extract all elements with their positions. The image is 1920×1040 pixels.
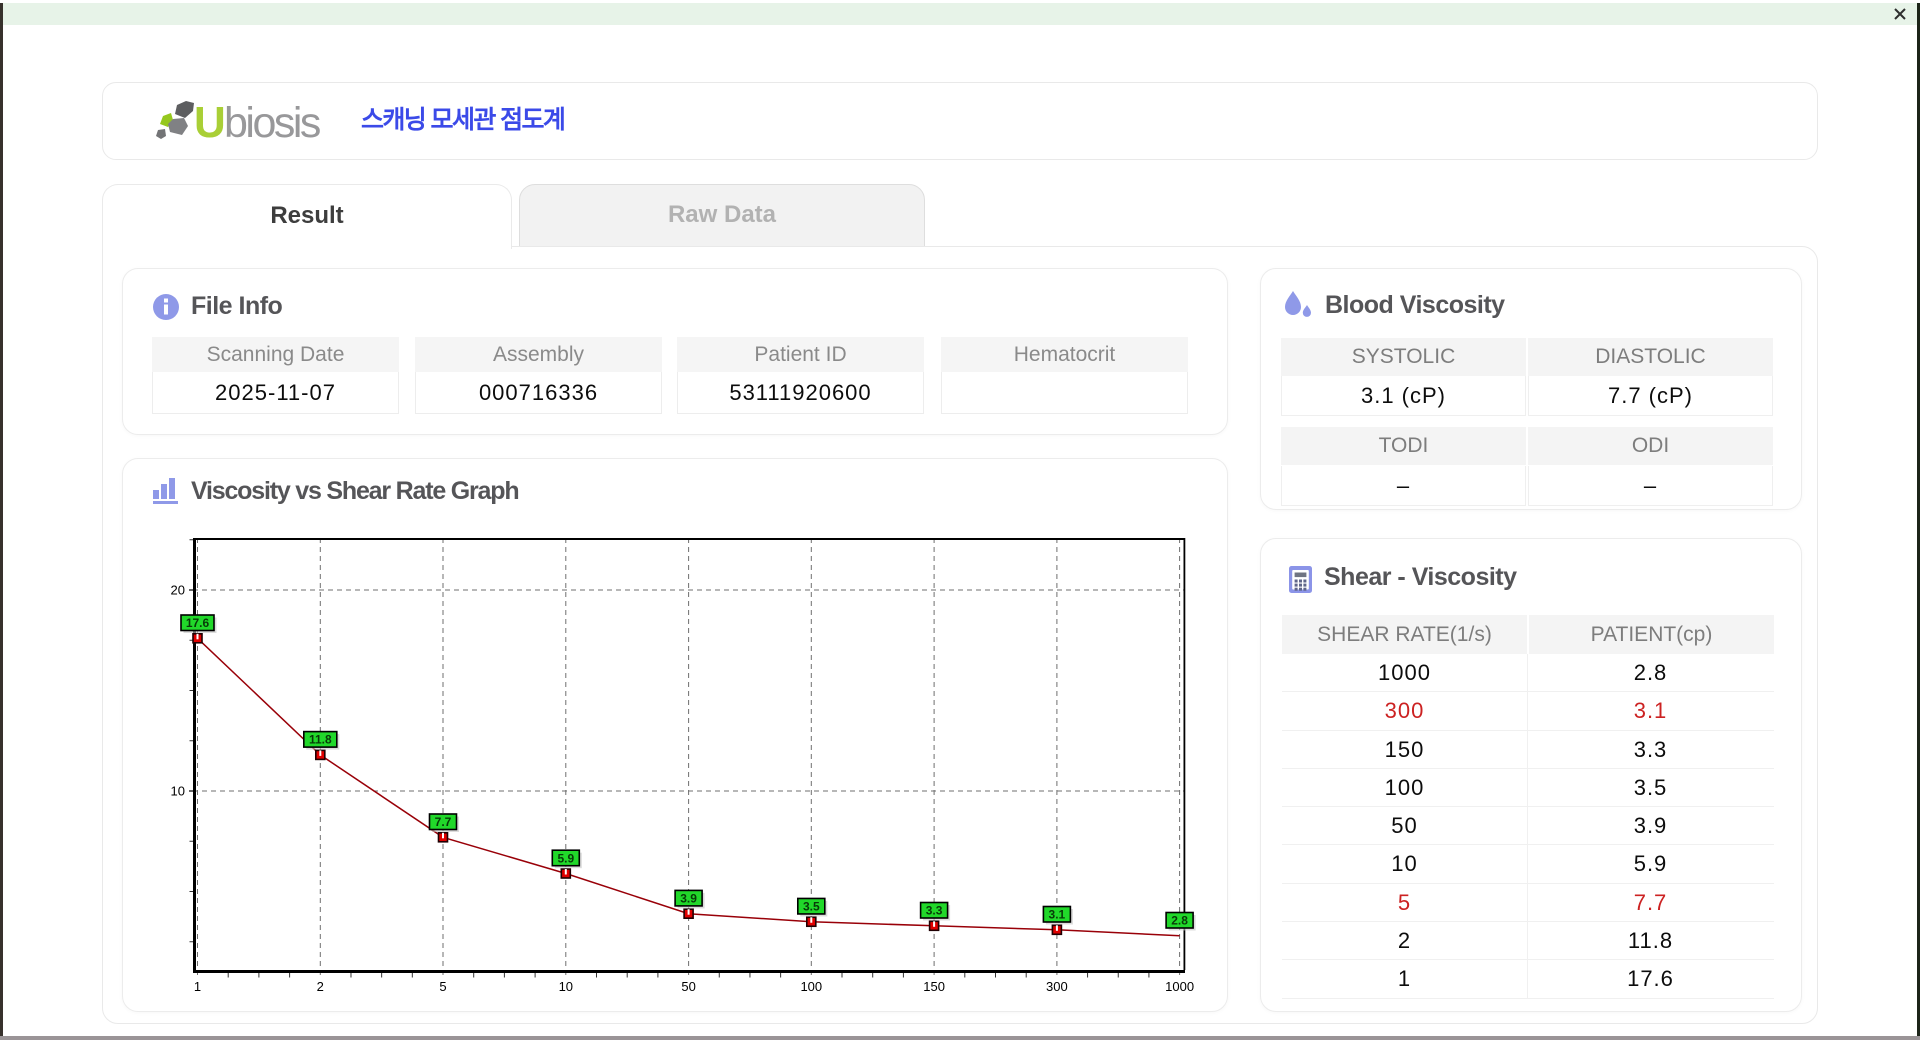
svg-text:U: U (194, 98, 226, 147)
svg-text:3.9: 3.9 (680, 892, 697, 906)
svg-text:2: 2 (317, 979, 324, 994)
svg-text:1: 1 (194, 979, 201, 994)
svg-text:3.3: 3.3 (926, 904, 943, 918)
svg-text:2.8: 2.8 (1171, 914, 1188, 928)
svg-text:100: 100 (800, 979, 822, 994)
svg-text:1000: 1000 (1165, 979, 1194, 994)
svg-text:3.1: 3.1 (1049, 908, 1066, 922)
svg-text:50: 50 (681, 979, 695, 994)
svg-text:20: 20 (171, 583, 185, 598)
svg-text:150: 150 (923, 979, 945, 994)
svg-text:10: 10 (559, 979, 573, 994)
svg-text:7.7: 7.7 (435, 815, 452, 829)
svg-text:biosis: biosis (224, 99, 320, 147)
svg-text:5.9: 5.9 (557, 851, 574, 865)
svg-text:3.5: 3.5 (803, 900, 820, 914)
svg-text:17.6: 17.6 (186, 616, 210, 630)
svg-text:10: 10 (171, 784, 185, 799)
svg-text:300: 300 (1046, 979, 1068, 994)
svg-text:11.8: 11.8 (309, 733, 332, 747)
svg-text:5: 5 (439, 979, 446, 994)
